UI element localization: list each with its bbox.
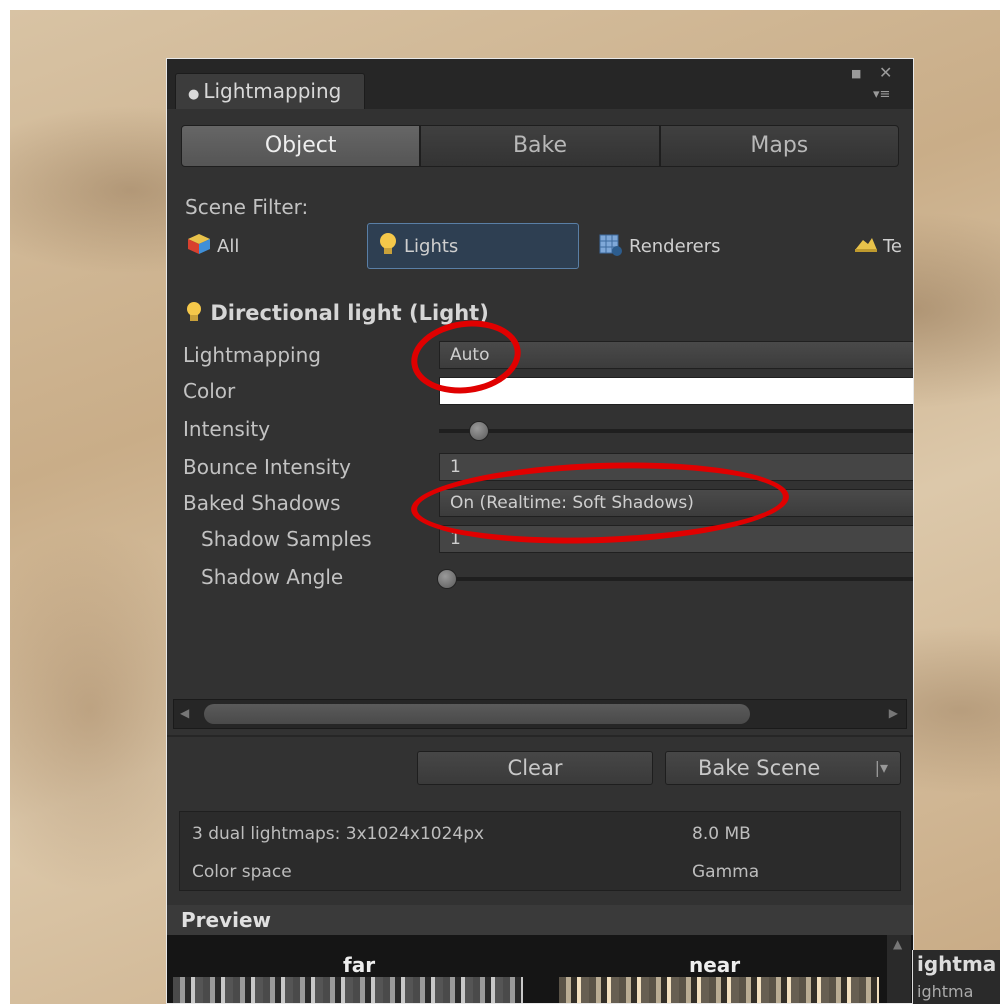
filter-all[interactable]: All	[187, 223, 337, 269]
chevron-down-icon[interactable]: |▾	[875, 752, 888, 784]
vertical-scrollbar[interactable]: ▲	[887, 935, 911, 1003]
baked-shadows-label: Baked Shadows	[183, 491, 341, 515]
filter-terrains[interactable]: Te	[855, 223, 913, 269]
maximize-icon[interactable]: ■	[851, 67, 861, 80]
scrollbar-thumb[interactable]	[204, 704, 750, 724]
second-window-title: ightma	[917, 952, 997, 976]
bake-scene-button[interactable]: Bake Scene |▾	[665, 751, 901, 785]
lightmap-near-thumbnail[interactable]	[559, 977, 879, 1003]
terrain-icon	[855, 236, 877, 257]
filter-renderers[interactable]: Renderers	[599, 223, 789, 269]
horizontal-scrollbar[interactable]: ◀ ▶	[173, 699, 907, 729]
lightmap-size: 8.0 MB	[692, 824, 751, 844]
filter-all-label: All	[217, 235, 240, 257]
component-header: Directional light (Light)	[185, 301, 489, 325]
light-bulb-icon: ●	[188, 87, 200, 102]
scene-filter-label: Scene Filter:	[185, 195, 309, 219]
lightmap-far-thumbnail[interactable]	[173, 977, 523, 1003]
menu-icon[interactable]: ▾≡	[873, 87, 890, 102]
second-lightmapping-window: ightma ightma	[912, 950, 1000, 1004]
shadow-angle-slider-knob[interactable]	[437, 569, 457, 589]
light-bulb-icon	[185, 301, 210, 325]
component-title: Directional light (Light)	[210, 301, 489, 325]
intensity-label: Intensity	[183, 417, 271, 441]
color-swatch[interactable]	[439, 377, 913, 405]
color-space-value: Gamma	[692, 862, 760, 882]
filter-terrains-label: Te	[883, 235, 903, 257]
second-window-subtitle: ightma	[917, 982, 974, 1001]
scroll-up-icon[interactable]: ▲	[893, 937, 902, 951]
preview-near-label: near	[689, 953, 741, 977]
close-icon[interactable]: ✕	[879, 63, 892, 82]
shadow-angle-slider-track[interactable]	[439, 577, 913, 581]
window-titlebar: ● Lightmapping ■ ✕ ▾≡	[167, 59, 913, 109]
lightmap-count: 3 dual lightmaps: 3x1024x1024px	[192, 824, 485, 844]
tab-object[interactable]: Object	[181, 125, 421, 167]
mode-toolbar: Object Bake Maps	[181, 125, 899, 167]
filter-renderers-label: Renderers	[629, 235, 721, 257]
clear-button[interactable]: Clear	[417, 751, 653, 785]
bounce-intensity-label: Bounce Intensity	[183, 455, 352, 479]
shadow-angle-label: Shadow Angle	[201, 565, 344, 589]
shadow-samples-label: Shadow Samples	[201, 527, 372, 551]
tab-label: Lightmapping	[203, 79, 342, 103]
preview-area: far near	[167, 935, 913, 1003]
color-space-label: Color space	[192, 862, 292, 882]
tab-bake[interactable]: Bake	[420, 125, 660, 167]
lightmap-stats: 3 dual lightmaps: 3x1024x1024px 8.0 MB C…	[179, 811, 901, 891]
divider	[167, 735, 913, 737]
preview-header: Preview	[167, 905, 913, 935]
renderer-icon	[599, 232, 623, 261]
tab-maps[interactable]: Maps	[659, 125, 899, 167]
lightmapping-window: ● Lightmapping ■ ✕ ▾≡ Object Bake Maps Sc…	[166, 58, 914, 1004]
scroll-right-icon[interactable]: ▶	[889, 706, 898, 720]
lightmapping-label: Lightmapping	[183, 343, 321, 367]
cube-icon	[187, 233, 211, 260]
intensity-slider-knob[interactable]	[469, 421, 489, 441]
filter-lights-label: Lights	[404, 235, 459, 257]
tab-lightmapping[interactable]: ● Lightmapping	[175, 73, 365, 109]
color-label: Color	[183, 379, 236, 403]
scroll-left-icon[interactable]: ◀	[180, 706, 189, 720]
preview-far-label: far	[343, 953, 376, 977]
filter-lights[interactable]: Lights	[367, 223, 579, 269]
intensity-slider-track[interactable]	[439, 429, 913, 433]
bake-scene-label: Bake Scene	[698, 756, 821, 780]
light-bulb-icon	[378, 232, 398, 261]
